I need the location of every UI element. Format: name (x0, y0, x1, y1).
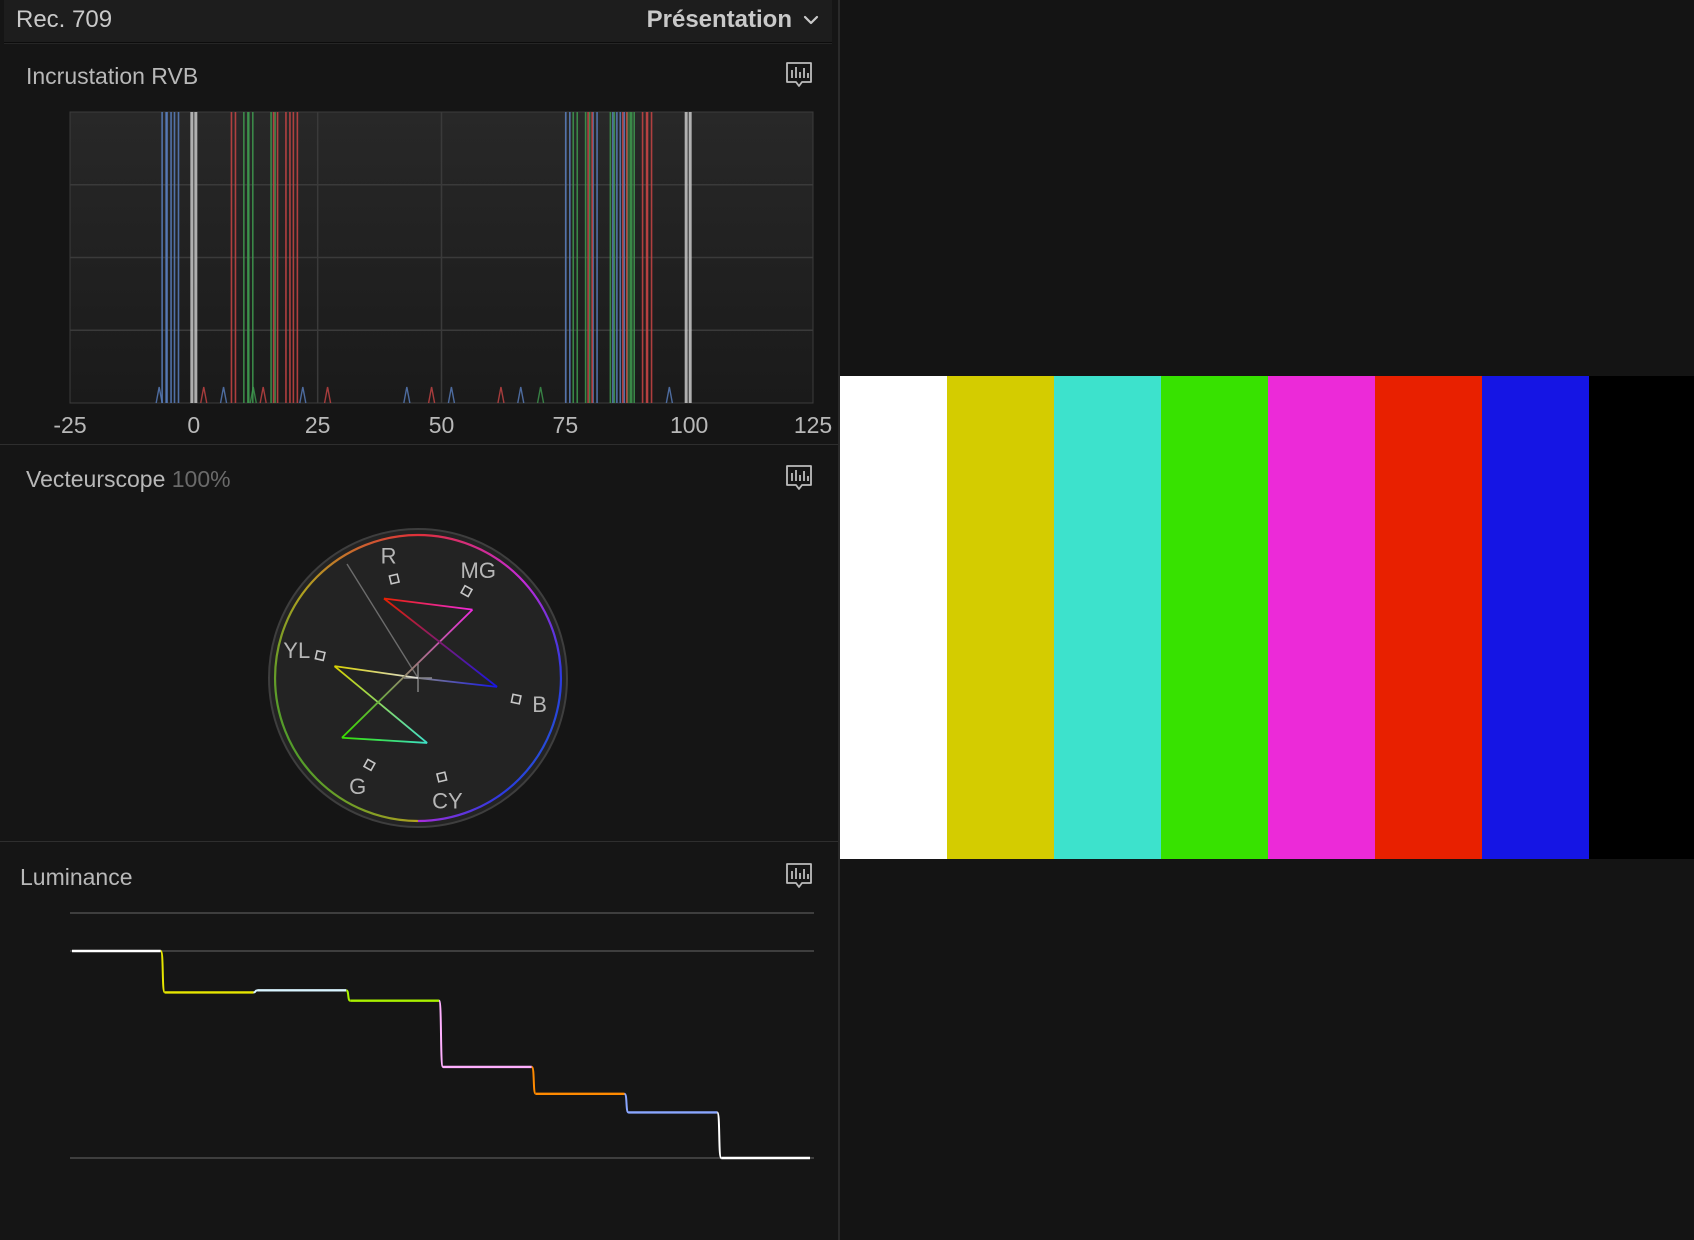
vectorscope-target-label: G (349, 774, 366, 799)
luminance-title: Luminance (20, 864, 133, 890)
color-standard-label: Rec. 709 (16, 6, 113, 33)
histogram-tick-label: 125 (794, 412, 832, 438)
color-bar (1054, 376, 1161, 859)
histogram-tick-label: 25 (305, 412, 331, 438)
luma-transition (253, 989, 258, 994)
histogram-tick-label: 100 (670, 412, 708, 438)
histogram-x-axis: -25 0 25 50 75 100 125 (53, 412, 832, 438)
vectorscope-target-label: R (381, 544, 397, 569)
luma-transition (716, 1111, 723, 1159)
rgb-histogram: -25 0 25 50 75 100 125 (53, 111, 832, 438)
color-bar (1161, 376, 1268, 859)
color-bar (1482, 376, 1589, 859)
vectorscope-target-label: B (532, 692, 547, 717)
vectorscope-target-label: MG (461, 558, 496, 583)
histogram-title: Incrustation RVB (26, 63, 199, 89)
luminance-waveform (70, 912, 814, 1160)
histogram-tick-label: -25 (53, 412, 86, 438)
vectorscope: R MG B YL G CY (268, 528, 568, 828)
histogram-tick-label: 50 (429, 412, 455, 438)
color-bar (947, 376, 1054, 859)
histogram-tick-label: 75 (553, 412, 579, 438)
luma-trace (72, 949, 810, 1160)
video-viewer[interactable] (840, 0, 1694, 1240)
color-bar (840, 376, 947, 859)
scope-settings-icon[interactable] (784, 60, 814, 90)
luma-transition (623, 1092, 630, 1114)
luma-transition (438, 999, 444, 1068)
panel-divider (0, 444, 838, 445)
vectorscope-title: Vecteurscope 100% (26, 466, 231, 493)
scope-settings-icon[interactable] (784, 861, 814, 891)
vectorscope-title-text: Vecteurscope (26, 466, 166, 492)
scope-settings-icon[interactable] (784, 463, 814, 493)
luma-transition (345, 989, 351, 1002)
vectorscope-zoom: 100% (171, 466, 231, 492)
scopes-header: Rec. 709 Présentation (4, 0, 832, 43)
histogram-tick-label: 0 (187, 412, 200, 438)
panel-divider (0, 841, 838, 842)
color-bar (1589, 376, 1694, 859)
app-window: Rec. 709 Présentation Incrustation RVB -… (0, 0, 1694, 1240)
view-menu-button[interactable]: Présentation (647, 6, 820, 34)
vectorscope-target-label: CY (432, 788, 463, 813)
color-bars-frame (840, 376, 1694, 859)
color-bar (1268, 376, 1375, 859)
luma-transition (159, 950, 166, 994)
luma-transition (530, 1065, 537, 1095)
video-scopes-panel: Rec. 709 Présentation Incrustation RVB -… (0, 0, 840, 1240)
chevron-down-icon (803, 15, 819, 25)
view-menu-label: Présentation (646, 6, 792, 33)
color-bar (1375, 376, 1482, 859)
vectorscope-target-label: YL (283, 638, 310, 663)
